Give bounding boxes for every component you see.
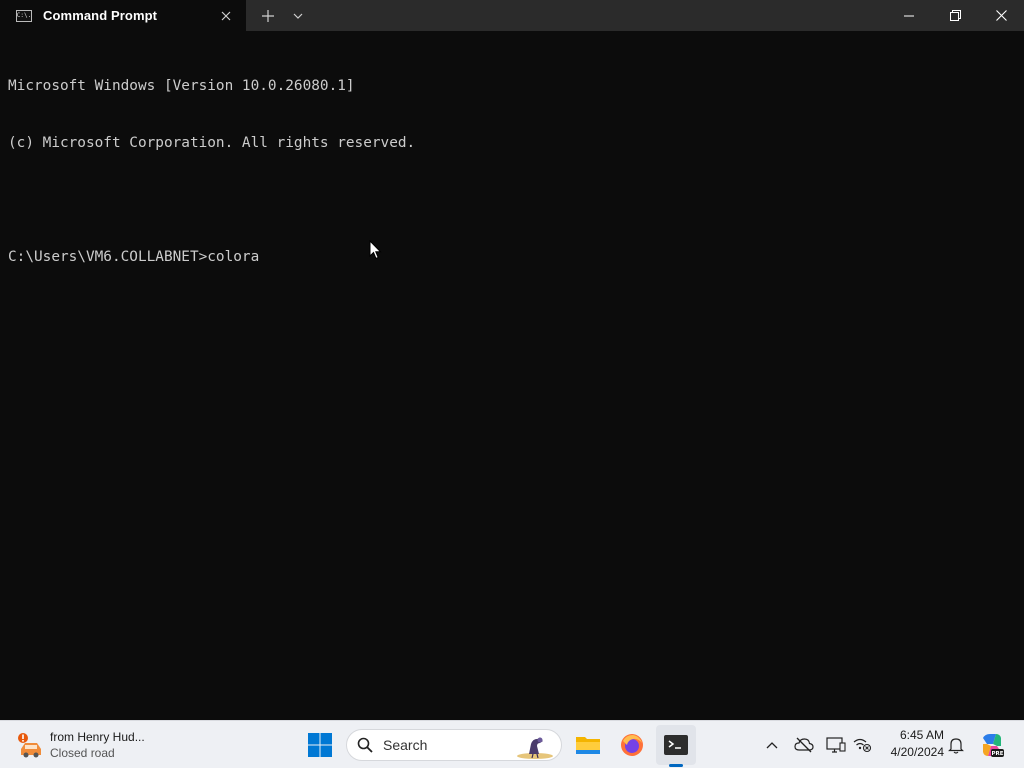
new-tab-button[interactable] [246,0,290,31]
copilot-icon[interactable]: PRE [978,731,1006,759]
weather-widget[interactable]: from Henry Hud... Closed road [14,725,145,765]
tab-title: Command Prompt [43,8,158,23]
tab-command-prompt[interactable]: C:\. Command Prompt [0,0,246,31]
console-line: (c) Microsoft Corporation. All rights re… [8,135,416,151]
window-controls [886,0,1024,31]
network-icon[interactable] [850,733,874,757]
active-app-indicator [669,764,683,767]
svg-text:PRE: PRE [991,751,1003,757]
search-highlight-icon [515,732,555,765]
console-line: Microsoft Windows [Version 10.0.26080.1] [8,78,355,94]
chevron-up-icon[interactable] [760,733,784,757]
taskbar: from Henry Hud... Closed road Search 6:4… [0,720,1024,768]
title-bar: C:\. Command Prompt [0,0,1024,31]
notification-bell-icon[interactable] [944,733,968,757]
restore-icon[interactable] [932,0,978,31]
close-window-icon[interactable] [978,0,1024,31]
start-icon[interactable] [300,725,340,765]
clock-time: 6:45 AM [899,728,944,742]
file-explorer-icon[interactable] [568,725,608,765]
console-output[interactable]: Microsoft Windows [Version 10.0.26080.1]… [8,39,1024,720]
terminal-icon[interactable] [656,725,696,765]
tab-close-icon[interactable] [216,6,236,26]
cmd-icon: C:\. [16,9,32,22]
traffic-alert-icon [14,729,46,761]
taskbar-search[interactable]: Search [346,729,562,761]
mouse-cursor-icon [369,239,382,265]
console-prompt-line[interactable]: C:\Users\VM6.COLLABNET>colora [8,248,1024,267]
clock-date: 4/20/2024 [890,745,944,759]
onedrive-offline-icon[interactable] [792,733,816,757]
search-placeholder: Search [383,737,428,753]
minimize-icon[interactable] [886,0,932,31]
widget-subtitle: Closed road [50,746,115,760]
widget-title: from Henry Hud... [50,730,145,744]
search-icon [357,737,373,753]
firefox-icon[interactable] [612,725,652,765]
display-icon[interactable] [824,733,848,757]
system-clock[interactable]: 6:45 AM 4/20/2024 [880,727,944,761]
tab-dropdown-chevron-icon[interactable] [290,0,306,31]
